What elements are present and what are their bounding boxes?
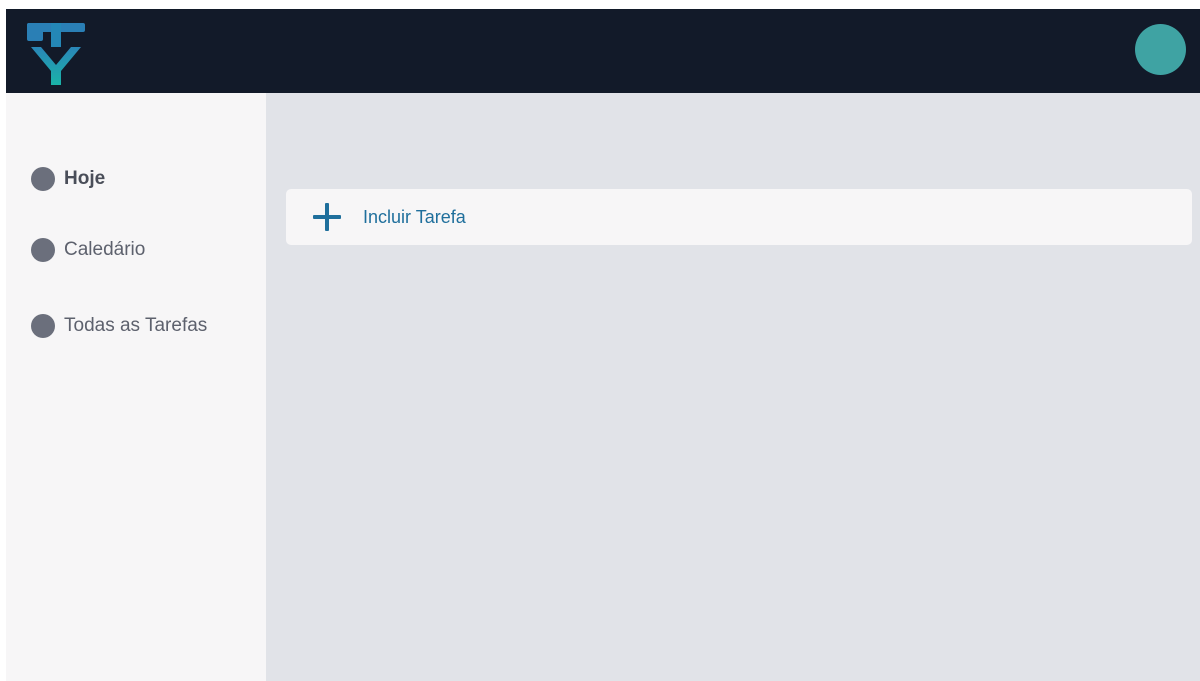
- top-bar: [6, 9, 1200, 93]
- ty-logo-icon[interactable]: [27, 23, 85, 85]
- sidebar-item-todas-as-tarefas[interactable]: Todas as Tarefas: [31, 312, 207, 340]
- dot-icon: [31, 238, 55, 262]
- user-avatar[interactable]: [1135, 24, 1186, 75]
- main-content: Incluir Tarefa: [266, 93, 1200, 681]
- sidebar-item-label: Hoje: [64, 168, 106, 189]
- dot-icon: [31, 314, 55, 338]
- app-window: Hoje Caledário Todas as Tarefas Incluir …: [6, 9, 1200, 681]
- plus-icon: [313, 203, 341, 231]
- sidebar-item-label: Caledário: [64, 239, 146, 260]
- sidebar: Hoje Caledário Todas as Tarefas: [6, 93, 266, 681]
- add-task-button[interactable]: Incluir Tarefa: [286, 189, 1192, 245]
- sidebar-item-hoje[interactable]: Hoje: [31, 165, 105, 193]
- dot-icon: [31, 167, 55, 191]
- sidebar-item-calendario[interactable]: Caledário: [31, 236, 145, 264]
- sidebar-item-label: Todas as Tarefas: [64, 315, 208, 336]
- add-task-label: Incluir Tarefa: [363, 206, 466, 227]
